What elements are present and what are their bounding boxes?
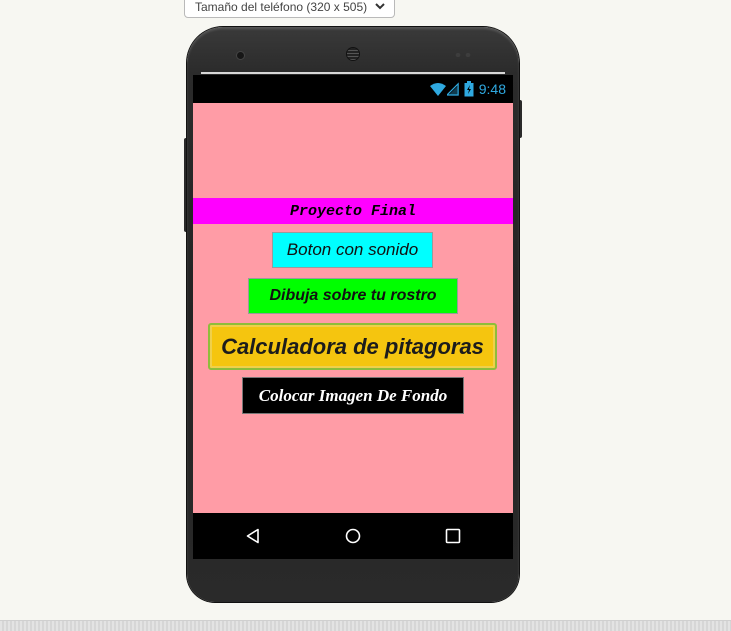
status-time: 9:48 (478, 81, 506, 97)
status-bar: 9:48 (193, 75, 513, 103)
device-size-select-value: Tamaño del teléfono (320 x 505) (195, 0, 368, 14)
set-background-button[interactable]: Colocar Imagen De Fondo (242, 377, 464, 414)
page-title: Proyecto Final (193, 198, 513, 224)
draw-face-button[interactable]: Dibuja sobre tu rostro (248, 278, 458, 314)
bottom-panel-edge (0, 620, 731, 631)
chevron-down-icon (375, 3, 385, 10)
navigation-bar (193, 513, 513, 559)
signal-icon (446, 82, 459, 96)
wifi-icon (429, 83, 446, 96)
back-icon[interactable] (245, 528, 261, 544)
earpiece-speaker (347, 48, 359, 60)
battery-charging-icon (464, 81, 474, 97)
proximity-sensor (455, 53, 471, 57)
home-icon[interactable] (345, 528, 361, 544)
camera-dot (237, 52, 244, 59)
pythagoras-calculator-button[interactable]: Calculadora de pitagoras (208, 323, 497, 370)
recents-icon[interactable] (445, 528, 461, 544)
app-screen: Proyecto Final Boton con sonido Dibuja s… (193, 103, 513, 513)
device-size-select[interactable]: Tamaño del teléfono (320 x 505) (184, 0, 395, 18)
sound-button[interactable]: Boton con sonido (272, 232, 433, 268)
frame-highlight (201, 72, 505, 74)
